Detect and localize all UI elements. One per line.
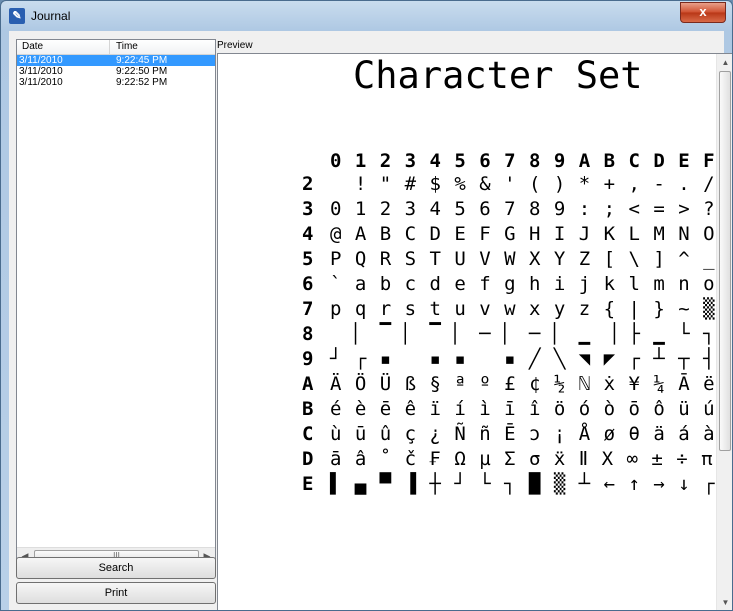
row-chars: ā â ˚ č ₣ Ω µ Σ σ ẍ Ⅱ Χ ∞ ± ÷ π: [330, 448, 714, 470]
row-label: 9: [302, 348, 315, 370]
row-chars: é è ē ê ï í ì ī î ö ó ò ō ô ü ú: [330, 398, 716, 420]
print-button[interactable]: Print: [16, 582, 216, 604]
preview-vertical-scrollbar[interactable]: ▲ ▼: [716, 54, 732, 610]
charset-row: 5 P Q R S T U V W X Y Z [ \ ] ^ _: [302, 247, 716, 271]
row-label: A: [302, 373, 315, 395]
row-label: E: [302, 473, 315, 495]
close-button[interactable]: x: [680, 2, 726, 23]
preview-pane[interactable]: Character Set 0 1 2 3 4 5 6 7 8 9 A B C …: [217, 53, 733, 610]
row-label: 8: [302, 323, 315, 345]
row-label: 4: [302, 223, 315, 245]
journal-window: ✎ Journal x Date Time 3/11/2010 9:22:45 …: [0, 0, 733, 611]
scroll-up-icon[interactable]: ▲: [717, 54, 732, 71]
title-bar[interactable]: ✎ Journal x: [1, 1, 732, 31]
journal-list[interactable]: Date Time 3/11/2010 9:22:45 PM 3/11/2010…: [16, 39, 216, 566]
column-index-row: 0 1 2 3 4 5 6 7 8 9 A B C D E F: [330, 150, 716, 172]
list-item[interactable]: 3/11/2010 9:22:52 PM: [17, 77, 215, 88]
row-chars: ▌ ▄ ▀ ▐ ┼ ┘ └ ┐ █ ▒ ┴ ← ↑ → ↓ ┌: [330, 473, 716, 495]
row-label: B: [302, 398, 315, 420]
preview-title: Character Set: [353, 54, 643, 97]
row-label: C: [302, 423, 315, 445]
scroll-thumb[interactable]: [719, 71, 731, 451]
row-label: 3: [302, 198, 315, 220]
charset-row: 9 ┘ ┌ ▪ ▪ ▪ ▪ ╱ ╲ ◥ ◤ ┌ ┴ ┬ ┤ ♦ ╳: [302, 347, 733, 371]
row-chars: P Q R S T U V W X Y Z [ \ ] ^ _: [330, 248, 716, 270]
charset-row: E ▌ ▄ ▀ ▐ ┼ ┘ └ ┐ █ ▒ ┴ ← ↑ → ↓ ┌: [302, 472, 716, 496]
list-item-date: 3/11/2010: [19, 66, 63, 77]
row-label: 2: [302, 173, 315, 195]
window-title: Journal: [31, 9, 71, 23]
row-chars: ┘ ┌ ▪ ▪ ▪ ▪ ╱ ╲ ◥ ◤ ┌ ┴ ┬ ┤ ♦ ╳: [330, 348, 733, 370]
list-item[interactable]: 3/11/2010 9:22:50 PM: [17, 66, 215, 77]
search-button[interactable]: Search: [16, 557, 216, 579]
charset-row: 7 p q r s t u v w x y z { | } ~ ▒: [302, 297, 716, 321]
list-item-date: 3/11/2010: [19, 77, 63, 88]
row-chars: 0 1 2 3 4 5 6 7 8 9 : ; < = > ?: [330, 198, 716, 220]
scroll-down-icon[interactable]: ▼: [717, 594, 732, 610]
journal-app-icon: ✎: [9, 8, 25, 24]
row-label: D: [302, 448, 315, 470]
list-item[interactable]: 3/11/2010 9:22:45 PM: [17, 55, 215, 66]
charset-row: 6 ` a b c d e f g h i j k l m n o: [302, 272, 716, 296]
row-label: 7: [302, 298, 315, 320]
row-chars: ! " # $ % & ' ( ) * + , - . /: [330, 173, 716, 195]
row-label: 5: [302, 248, 315, 270]
row-chars: @ A B C D E F G H I J K L M N O: [330, 223, 716, 245]
charset-row: Bé è ē ê ï í ì ī î ö ó ò ō ô ü ú: [302, 397, 716, 421]
list-item-time: 9:22:45 PM: [116, 55, 168, 66]
list-header: Date Time: [17, 40, 215, 55]
row-chars: Ä Ö Ü ß § ª º £ ¢ ½ ℕ ẋ ¥ ¼ Ā ë: [330, 373, 716, 395]
charset-row: 3 0 1 2 3 4 5 6 7 8 9 : ; < = > ?: [302, 197, 716, 221]
charset-row: 8 ▏ ▔ ▏ ▔ ▏ ─ ▏ ─ ▏ ▁ ▕ ├ ▁ └ ┐: [302, 322, 716, 346]
list-item-date: 3/11/2010: [19, 55, 63, 66]
row-chars: ` a b c d e f g h i j k l m n o: [330, 273, 716, 295]
charset-row: Cù ū û ç ¿ Ñ ñ Ē ɔ ¡ Å ø θ ä á à: [302, 422, 716, 446]
column-header-time[interactable]: Time: [110, 40, 138, 54]
row-chars: ù ū û ç ¿ Ñ ñ Ē ɔ ¡ Å ø θ ä á à: [330, 423, 716, 445]
charset-row: 2 ! " # $ % & ' ( ) * + , - . /: [302, 172, 716, 196]
charset-row: Dā â ˚ č ₣ Ω µ Σ σ ẍ Ⅱ Χ ∞ ± ÷ π: [302, 447, 714, 471]
list-rows: 3/11/2010 9:22:45 PM 3/11/2010 9:22:50 P…: [17, 55, 215, 88]
row-label: 6: [302, 273, 315, 295]
list-item-time: 9:22:52 PM: [116, 77, 168, 88]
row-chars: ▏ ▔ ▏ ▔ ▏ ─ ▏ ─ ▏ ▁ ▕ ├ ▁ └ ┐: [330, 323, 716, 345]
charset-row: A Ä Ö Ü ß § ª º £ ¢ ½ ℕ ẋ ¥ ¼ Ā ë: [302, 372, 716, 396]
preview-label: Preview: [217, 40, 253, 51]
client-area: Date Time 3/11/2010 9:22:45 PM 3/11/2010…: [9, 31, 732, 610]
column-header-date[interactable]: Date: [17, 40, 110, 54]
row-chars: p q r s t u v w x y z { | } ~ ▒: [330, 298, 716, 320]
list-item-time: 9:22:50 PM: [116, 66, 168, 77]
charset-row: 4 @ A B C D E F G H I J K L M N O: [302, 222, 716, 246]
